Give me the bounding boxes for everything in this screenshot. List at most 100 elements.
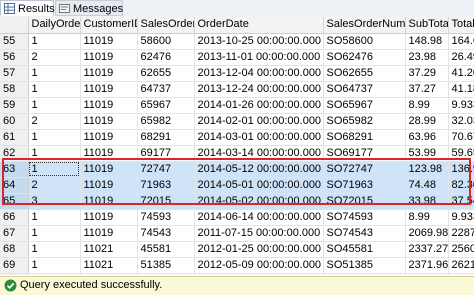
cell-salesordernumber[interactable]: SO74593 bbox=[323, 209, 406, 226]
cell-salesorderid[interactable]: 74593 bbox=[137, 209, 195, 226]
cell-customerid[interactable]: 11019 bbox=[80, 161, 138, 178]
row-number[interactable]: 66 bbox=[0, 209, 29, 226]
cell-totaldue[interactable]: 2287.3279 bbox=[448, 225, 474, 242]
cell-subtotal[interactable]: 74.48 bbox=[405, 177, 449, 194]
cell-dailyorders[interactable]: 1 bbox=[28, 241, 81, 258]
cell-totaldue[interactable]: 9.9339 bbox=[448, 209, 474, 226]
cell-dailyorders[interactable]: 1 bbox=[28, 161, 81, 178]
cell-customerid[interactable]: 11019 bbox=[80, 177, 138, 194]
cell-salesordernumber[interactable]: SO74543 bbox=[323, 225, 406, 242]
cell-totaldue[interactable]: 70.6758 bbox=[448, 129, 474, 146]
cell-salesordernumber[interactable]: SO45581 bbox=[323, 241, 406, 258]
cell-dailyorders[interactable]: 1 bbox=[28, 65, 81, 82]
row-number[interactable]: 65 bbox=[0, 193, 29, 210]
cell-subtotal[interactable]: 63.96 bbox=[405, 129, 449, 146]
cell-customerid[interactable]: 11021 bbox=[80, 257, 138, 274]
cell-subtotal[interactable]: 123.98 bbox=[405, 161, 449, 178]
cell-subtotal[interactable]: 37.29 bbox=[405, 65, 449, 82]
cell-salesordernumber[interactable]: SO51385 bbox=[323, 257, 406, 274]
cell-customerid[interactable]: 11019 bbox=[80, 33, 138, 50]
cell-subtotal[interactable]: 2371.96 bbox=[405, 257, 449, 274]
cell-salesordernumber[interactable]: SO65982 bbox=[323, 113, 406, 130]
cell-customerid[interactable]: 11022 bbox=[80, 273, 138, 275]
table-row[interactable]: 61 1 11019 68291 2014-03-01 00:00:00.000 SO68… bbox=[0, 129, 474, 146]
table-row[interactable]: 66 1 11019 74593 2014-06-14 00:00:00.000 SO74… bbox=[0, 209, 474, 226]
cell-orderdate[interactable]: 2014-01-26 00:00:00.000 bbox=[194, 97, 324, 114]
cell-customerid[interactable]: 11019 bbox=[80, 97, 138, 114]
table-row[interactable]: 65 3 11019 72015 2014-05-02 00:00:00.000 SO72… bbox=[0, 193, 474, 210]
cell-orderdate[interactable]: 2012-01-25 00:00:00.000 bbox=[194, 241, 324, 258]
cell-salesorderid[interactable]: 72747 bbox=[137, 161, 195, 178]
cell-salesorderid[interactable]: 74543 bbox=[137, 225, 195, 242]
cell-orderdate[interactable]: 2013-12-04 00:00:00.000 bbox=[194, 65, 324, 82]
cell-dailyorders[interactable]: 1 bbox=[28, 225, 81, 242]
cell-salesorderid[interactable]: 65982 bbox=[137, 113, 195, 130]
row-number[interactable]: 67 bbox=[0, 225, 29, 242]
tab-results[interactable]: Results bbox=[0, 0, 55, 16]
row-number[interactable]: 63 bbox=[0, 161, 29, 178]
row-number[interactable]: 59 bbox=[0, 97, 29, 114]
cell-orderdate[interactable]: 2013-09-14 00:00:00.000 bbox=[194, 273, 324, 275]
cell-totaldue[interactable]: 2560.2916 bbox=[448, 241, 474, 258]
cell-subtotal[interactable]: 28.99 bbox=[405, 113, 449, 130]
cell-customerid[interactable]: 11019 bbox=[80, 113, 138, 130]
cell-orderdate[interactable]: 2011-07-15 00:00:00.000 bbox=[194, 225, 324, 242]
table-row[interactable]: 55 1 11019 58600 2013-10-25 00:00:00.000 SO58… bbox=[0, 33, 474, 50]
tab-messages[interactable]: Messages bbox=[55, 0, 123, 16]
row-number[interactable]: 57 bbox=[0, 65, 29, 82]
row-number[interactable]: 62 bbox=[0, 145, 29, 162]
column-header-salesordernumber[interactable]: SalesOrderNumber bbox=[323, 17, 406, 34]
cell-orderdate[interactable]: 2014-03-01 00:00:00.000 bbox=[194, 129, 324, 146]
cell-dailyorders[interactable]: 1 bbox=[28, 129, 81, 146]
cell-customerid[interactable]: 11019 bbox=[80, 49, 138, 66]
row-number[interactable]: 64 bbox=[0, 177, 29, 194]
cell-dailyorders[interactable]: 1 bbox=[28, 97, 81, 114]
cell-subtotal[interactable]: 2069.98 bbox=[405, 225, 449, 242]
cell-orderdate[interactable]: 2013-12-24 00:00:00.000 bbox=[194, 81, 324, 98]
cell-subtotal[interactable]: 2337.27 bbox=[405, 241, 449, 258]
cell-salesordernumber[interactable]: SO69177 bbox=[323, 145, 406, 162]
cell-salesordernumber[interactable]: SO71963 bbox=[323, 177, 406, 194]
cell-dailyorders[interactable]: 1 bbox=[28, 209, 81, 226]
cell-salesorderid[interactable]: 58600 bbox=[137, 33, 195, 50]
cell-salesordernumber[interactable]: SO72015 bbox=[323, 193, 406, 210]
cell-salesorderid[interactable]: 71963 bbox=[137, 177, 195, 194]
column-header-customerid[interactable]: CustomerID bbox=[80, 17, 138, 34]
table-row[interactable]: 56 2 11019 62476 2013-11-01 00:00:00.000 SO62… bbox=[0, 49, 474, 66]
cell-salesorderid[interactable]: 68291 bbox=[137, 129, 195, 146]
cell-customerid[interactable]: 11019 bbox=[80, 129, 138, 146]
cell-salesordernumber[interactable]: SO72747 bbox=[323, 161, 406, 178]
cell-totaldue[interactable]: 59.6589 bbox=[448, 145, 474, 162]
cell-salesorderid[interactable]: 62476 bbox=[137, 49, 195, 66]
table-row[interactable]: 57 1 11019 62655 2013-12-04 00:00:00.000 SO62… bbox=[0, 65, 474, 82]
cell-dailyorders[interactable]: 1 bbox=[28, 257, 81, 274]
cell-totaldue[interactable]: 41.2055 bbox=[448, 65, 474, 82]
cell-dailyorders[interactable]: 2 bbox=[28, 49, 81, 66]
cell-dailyorders[interactable]: 2 bbox=[28, 113, 81, 130]
cell-totaldue[interactable]: 26.4979 bbox=[448, 49, 474, 66]
cell-salesordernumber[interactable]: SO64737 bbox=[323, 81, 406, 98]
row-number[interactable]: 55 bbox=[0, 33, 29, 50]
column-header-dailyorders[interactable]: DailyOrders bbox=[28, 17, 81, 34]
table-row[interactable]: 70111022496302013-09-14 00:00:00.000SO49… bbox=[0, 273, 474, 275]
row-number[interactable]: 68 bbox=[0, 241, 29, 258]
cell-totaldue[interactable]: 136.9979 bbox=[448, 161, 474, 178]
cell-customerid[interactable]: 11019 bbox=[80, 193, 138, 210]
row-number[interactable]: 70 bbox=[0, 273, 29, 275]
cell-totaldue[interactable]: 9.9339 bbox=[448, 97, 474, 114]
cell-salesorderid[interactable]: 45581 bbox=[137, 241, 195, 258]
row-number[interactable]: 56 bbox=[0, 49, 29, 66]
cell-orderdate[interactable]: 2013-10-25 00:00:00.000 bbox=[194, 33, 324, 50]
cell-customerid[interactable]: 11019 bbox=[80, 225, 138, 242]
cell-dailyorders[interactable]: 2 bbox=[28, 177, 81, 194]
cell-salesordernumber[interactable]: SO58600 bbox=[323, 33, 406, 50]
cell-totaldue[interactable]: 164.6229 bbox=[448, 33, 474, 50]
table-row[interactable]: 67 1 11019 74543 2011-07-15 00:00:00.000 SO74… bbox=[0, 225, 474, 242]
cell-salesordernumber[interactable]: SO49630 bbox=[323, 273, 406, 275]
cell-totaldue[interactable]: 82.3004 bbox=[448, 177, 474, 194]
column-header-totaldue[interactable]: TotalDue bbox=[448, 17, 474, 34]
table-row[interactable]: 63 1 11019 72747 2014-05-12 00:00:00.000 SO72… bbox=[0, 161, 474, 178]
cell-orderdate[interactable]: 2014-05-02 00:00:00.000 bbox=[194, 193, 324, 210]
table-row[interactable]: 59 1 11019 65967 2014-01-26 00:00:00.000 SO65… bbox=[0, 97, 474, 114]
cell-orderdate[interactable]: 2014-05-12 00:00:00.000 bbox=[194, 161, 324, 178]
